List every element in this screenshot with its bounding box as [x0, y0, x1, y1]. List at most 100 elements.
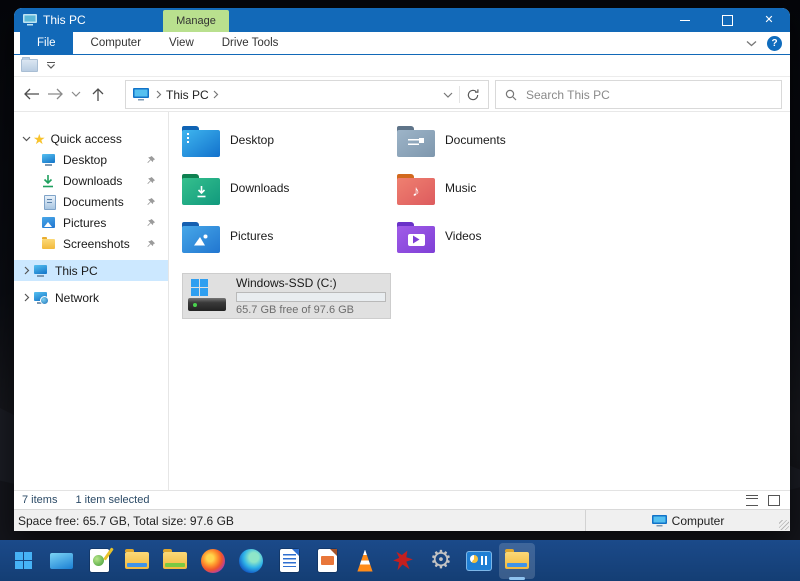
folder-properties-icon[interactable]	[21, 59, 38, 72]
downloads-icon	[41, 174, 57, 188]
chevron-right-icon[interactable]	[20, 293, 33, 302]
details-view-icon[interactable]	[746, 495, 758, 506]
taskbar: ⚙	[0, 540, 800, 581]
resize-grip[interactable]	[779, 520, 789, 530]
image-editor-icon	[90, 549, 109, 572]
breadcrumb-this-pc[interactable]: This PC	[166, 88, 209, 102]
folder-tile-pictures[interactable]: Pictures	[182, 222, 397, 270]
taskbar-folder-1[interactable]	[119, 543, 155, 579]
expand-ribbon-icon[interactable]	[746, 40, 757, 47]
minimize-icon	[680, 20, 690, 21]
manage-ribbon-tab[interactable]: Manage	[163, 10, 229, 32]
taskbar-folder-2[interactable]	[157, 543, 193, 579]
start-button[interactable]	[5, 543, 41, 579]
details-status-bar: Space free: 65.7 GB, Total size: 97.6 GB…	[14, 509, 790, 531]
drive-usage-bar	[236, 292, 386, 302]
chevron-right-icon[interactable]	[20, 266, 33, 275]
file-list: Desktop Documents Downloads ♪ Music	[169, 112, 790, 490]
sidebar-item-label: Screenshots	[63, 237, 130, 251]
sidebar-item-label: Quick access	[51, 132, 122, 146]
videos-folder-icon	[397, 222, 435, 253]
navigation-pane: ★ Quick access Desktop Downloads Documen…	[14, 112, 169, 490]
customize-toolbar-icon[interactable]	[47, 62, 55, 69]
taskbar-system-monitor[interactable]	[461, 543, 497, 579]
folder-tile-music[interactable]: ♪ Music	[397, 174, 612, 222]
recent-locations-icon[interactable]	[71, 91, 81, 97]
forward-button[interactable]	[47, 87, 64, 101]
sidebar-item-desktop[interactable]: Desktop	[14, 149, 168, 170]
sidebar-item-label: Pictures	[63, 216, 106, 230]
folder-name: Documents	[445, 133, 506, 147]
file-explorer-icon	[505, 552, 529, 569]
address-bar[interactable]: This PC	[125, 80, 489, 109]
titlebar[interactable]: This PC Manage ✕	[14, 8, 790, 32]
taskbar-firefox[interactable]	[195, 543, 231, 579]
pin-icon	[146, 239, 156, 249]
tab-file[interactable]: File	[20, 32, 73, 54]
edge-icon	[239, 549, 263, 573]
system-monitor-icon	[467, 552, 491, 570]
folder-tile-downloads[interactable]: Downloads	[182, 174, 397, 222]
minimize-button[interactable]	[664, 8, 706, 32]
taskbar-file-explorer-active[interactable]	[499, 543, 535, 579]
close-button[interactable]: ✕	[748, 8, 790, 32]
breadcrumb-separator-icon	[156, 90, 162, 99]
address-dropdown-icon[interactable]	[443, 92, 453, 98]
folder-name: Desktop	[230, 133, 274, 147]
downloads-folder-icon	[182, 174, 220, 205]
refresh-icon[interactable]	[466, 88, 480, 102]
pin-icon	[146, 176, 156, 186]
taskbar-edge[interactable]	[233, 543, 269, 579]
back-button[interactable]	[23, 87, 40, 101]
help-icon[interactable]: ?	[767, 36, 782, 51]
sidebar-item-network[interactable]: Network	[14, 287, 168, 308]
chevron-down-icon[interactable]	[20, 136, 33, 142]
impress-document-icon	[318, 549, 337, 572]
tab-computer[interactable]: Computer	[77, 32, 156, 54]
sidebar-item-screenshots[interactable]: Screenshots	[14, 233, 168, 254]
pictures-folder-icon	[182, 222, 220, 253]
sidebar-item-documents[interactable]: Documents	[14, 191, 168, 212]
sidebar-item-downloads[interactable]: Downloads	[14, 170, 168, 191]
sidebar-item-label: Documents	[63, 195, 124, 209]
taskbar-red-app[interactable]	[385, 543, 421, 579]
network-icon	[33, 291, 49, 305]
taskbar-impress[interactable]	[309, 543, 345, 579]
folder-name: Downloads	[230, 181, 289, 195]
sidebar-item-this-pc[interactable]: This PC	[14, 260, 168, 281]
status-bar: 7 items 1 item selected	[14, 490, 790, 509]
search-input[interactable]	[524, 87, 781, 103]
location-cell: Computer	[585, 510, 790, 531]
maximize-button[interactable]	[706, 8, 748, 32]
folder-open-icon	[125, 552, 149, 569]
taskbar-image-editor[interactable]	[81, 543, 117, 579]
folder-tile-documents[interactable]: Documents	[397, 126, 612, 174]
selection-count: 1 item selected	[75, 494, 149, 506]
tab-view[interactable]: View	[155, 32, 208, 54]
folder-tile-videos[interactable]: Videos	[397, 222, 612, 270]
file-explorer-window: This PC Manage ✕ File Computer View Driv…	[14, 8, 790, 531]
maximize-icon	[722, 15, 733, 26]
desktop-folder-icon	[182, 126, 220, 157]
tab-drive-tools[interactable]: Drive Tools	[208, 32, 293, 54]
hard-drive-icon	[188, 278, 230, 314]
search-box[interactable]	[495, 80, 782, 109]
pin-icon	[146, 197, 156, 207]
sidebar-item-pictures[interactable]: Pictures	[14, 212, 168, 233]
taskbar-writer[interactable]	[271, 543, 307, 579]
windows-start-icon	[15, 552, 32, 569]
pictures-icon	[41, 216, 57, 230]
taskbar-vlc[interactable]	[347, 543, 383, 579]
window-title: This PC	[43, 13, 86, 27]
up-button[interactable]	[91, 87, 105, 102]
this-pc-breadcrumb-icon	[133, 88, 149, 101]
large-icons-view-icon[interactable]	[768, 495, 780, 506]
drive-tile-windows-ssd[interactable]: Windows-SSD (C:) 65.7 GB free of 97.6 GB	[182, 273, 391, 319]
sidebar-item-quick-access[interactable]: ★ Quick access	[14, 128, 168, 149]
folder-tile-desktop[interactable]: Desktop	[182, 126, 397, 174]
computer-icon	[652, 515, 667, 527]
breadcrumb-separator-icon	[213, 90, 219, 99]
taskbar-settings[interactable]: ⚙	[423, 543, 459, 579]
star-icon: ★	[33, 132, 46, 146]
taskbar-desktop-preview[interactable]	[43, 543, 79, 579]
